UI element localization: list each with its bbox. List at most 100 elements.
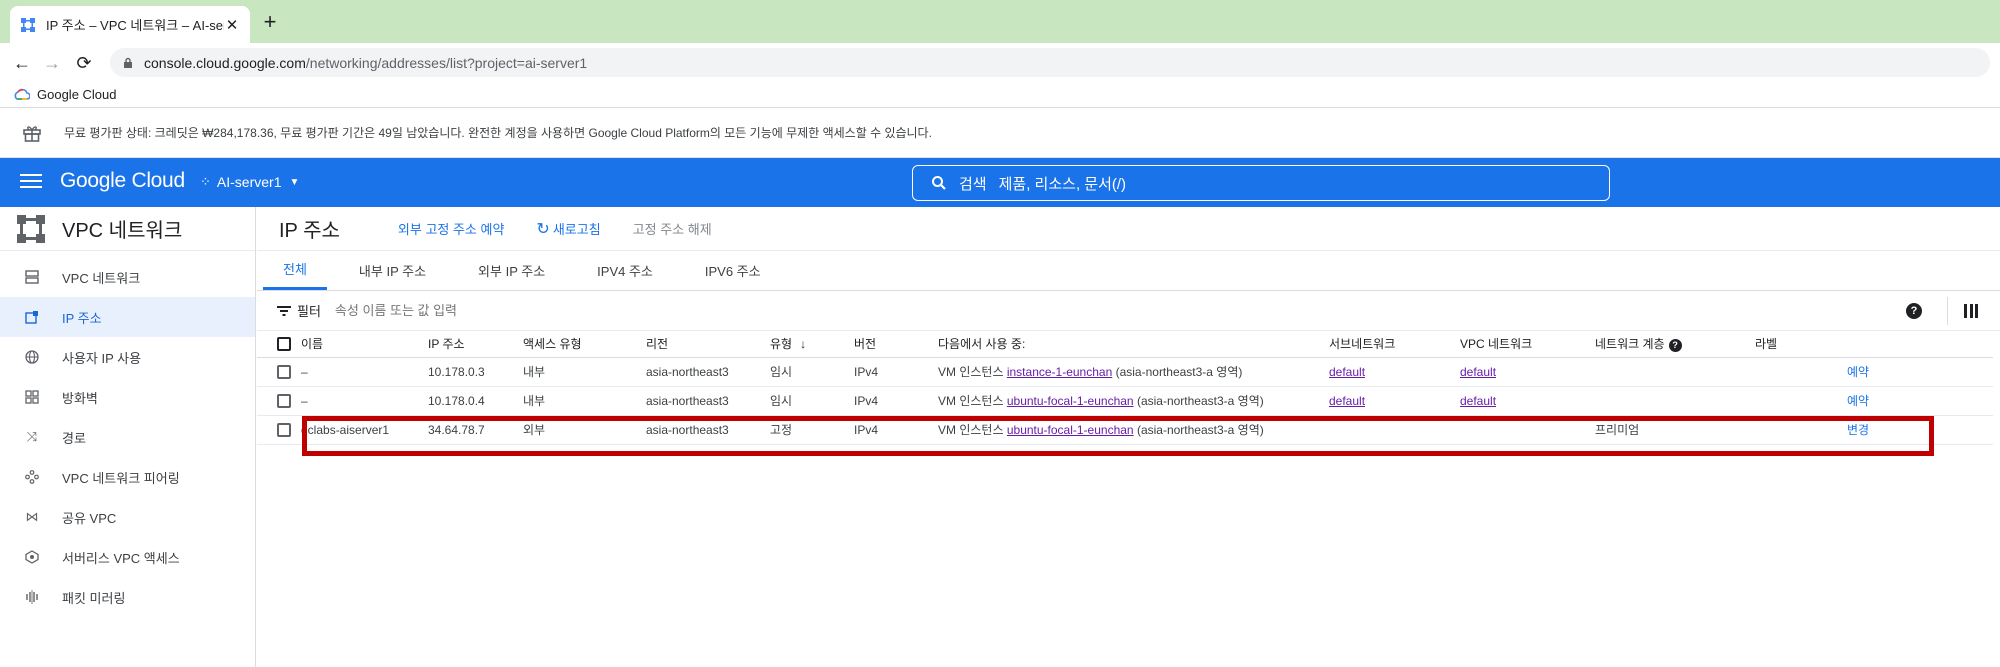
column-header-type[interactable]: 유형 ↓ bbox=[770, 331, 854, 358]
cell-access: 외부 bbox=[523, 415, 646, 445]
browser-tab[interactable]: IP 주소 – VPC 네트워크 – AI-server1 ✕ bbox=[10, 6, 250, 43]
sidebar-item-label: 경로 bbox=[62, 430, 86, 446]
trial-banner: 무료 평가판 상태: 크레딧은 ₩284,178.36, 무료 평가판 기간은 … bbox=[0, 108, 2000, 158]
instance-link[interactable]: instance-1-eunchan bbox=[1007, 365, 1112, 379]
sidebar-item-label: 공유 VPC bbox=[62, 510, 117, 526]
cell-tier: 프리미엄 bbox=[1595, 415, 1755, 445]
change-button[interactable]: 변경 bbox=[1847, 423, 1869, 437]
shared-vpc-icon: ⋈ bbox=[25, 509, 39, 524]
close-icon[interactable]: ✕ bbox=[224, 16, 240, 34]
address-tabs: 전체 내부 IP 주소 외부 IP 주소 IPV4 주소 IPV6 주소 bbox=[257, 251, 2000, 291]
serverless-icon bbox=[24, 549, 40, 565]
sidebar-item-custom-ip[interactable]: 사용자 IP 사용 bbox=[0, 337, 255, 377]
project-name: AI-server1 bbox=[216, 174, 282, 190]
tab-ipv4[interactable]: IPV4 주소 bbox=[577, 250, 673, 290]
used-by-prefix: VM 인스턴스 bbox=[938, 365, 1007, 379]
vpc-link[interactable]: default bbox=[1460, 365, 1496, 379]
tab-external-ip[interactable]: 외부 IP 주소 bbox=[458, 250, 565, 290]
column-header-access[interactable]: 액세스 유형 bbox=[523, 331, 646, 358]
column-header-network-tier-label: 네트워크 계층 bbox=[1595, 337, 1665, 352]
column-header-ip[interactable]: IP 주소 bbox=[428, 331, 523, 358]
ip-address-icon bbox=[24, 309, 40, 325]
search-input[interactable]: 검색 제품, 리소스, 문서(/) bbox=[912, 165, 1610, 201]
used-by-suffix: (asia-northeast3-a 영역) bbox=[1133, 423, 1264, 437]
page-toolbar: IP 주소 외부 고정 주소 예약 ↻ 새로고침 고정 주소 해제 bbox=[257, 207, 2000, 251]
project-selector[interactable]: ⁘ AI-server1 ▼ bbox=[200, 174, 299, 190]
used-by-prefix: VM 인스턴스 bbox=[938, 423, 1007, 437]
sidebar-item-routes[interactable]: ⤨ 경로 bbox=[0, 417, 255, 457]
sidebar-item-ip-address[interactable]: IP 주소 bbox=[0, 297, 255, 337]
subnet-link[interactable]: default bbox=[1329, 365, 1365, 379]
select-all-checkbox[interactable] bbox=[257, 331, 301, 358]
sidebar-item-peering[interactable]: VPC 네트워크 피어링 bbox=[0, 457, 255, 497]
packet-mirroring-icon bbox=[24, 589, 40, 605]
subnet-link[interactable]: default bbox=[1329, 394, 1365, 408]
column-header-name[interactable]: 이름 bbox=[301, 331, 428, 358]
tab-internal-ip[interactable]: 내부 IP 주소 bbox=[339, 250, 446, 290]
used-by-suffix: (asia-northeast3-a 영역) bbox=[1133, 394, 1264, 408]
row-checkbox[interactable] bbox=[257, 386, 301, 416]
cell-subnet: default bbox=[1329, 357, 1460, 387]
cell-vpc: default bbox=[1460, 357, 1595, 387]
sidebar-item-shared-vpc[interactable]: ⋈ 공유 VPC bbox=[0, 497, 255, 537]
column-display-icon[interactable] bbox=[1964, 304, 1978, 318]
cell-vpc: default bbox=[1460, 386, 1595, 416]
sidebar-item-packet-mirroring[interactable]: 패킷 미러링 bbox=[0, 577, 255, 617]
chevron-down-icon: ▼ bbox=[289, 176, 300, 188]
help-icon[interactable]: ? bbox=[1906, 303, 1922, 319]
column-header-version[interactable]: 버전 bbox=[854, 331, 938, 358]
search-placeholder: 제품, 리소스, 문서(/) bbox=[998, 175, 1127, 193]
cell-tier bbox=[1595, 386, 1755, 416]
search-icon bbox=[932, 176, 946, 190]
search-label: 검색 bbox=[959, 175, 987, 193]
sidebar-item-serverless[interactable]: 서버리스 VPC 액세스 bbox=[0, 537, 255, 577]
instance-link[interactable]: ubuntu-focal-1-eunchan bbox=[1007, 423, 1134, 437]
refresh-button[interactable]: ↻ 새로고침 bbox=[536, 219, 600, 239]
column-header-used-by[interactable]: 다음에서 사용 중: bbox=[938, 331, 1329, 358]
url-field[interactable]: console.cloud.google.com/networking/addr… bbox=[110, 48, 1990, 77]
sidebar-item-label: 방화벽 bbox=[62, 390, 98, 406]
reserve-button[interactable]: 예약 bbox=[1847, 394, 1869, 408]
sidebar-item-vpc-network[interactable]: VPC 네트워크 bbox=[0, 257, 255, 297]
column-header-labels[interactable]: 라벨 bbox=[1755, 331, 1847, 358]
row-checkbox[interactable] bbox=[257, 415, 301, 445]
sidebar: VPC 네트워크 VPC 네트워크 IP 주소 사용자 IP 사용 방화벽 ⤨ … bbox=[0, 207, 256, 667]
globe-icon bbox=[24, 349, 40, 365]
column-header-region[interactable]: 리전 bbox=[646, 331, 770, 358]
menu-icon[interactable] bbox=[20, 171, 42, 193]
firewall-icon bbox=[24, 389, 40, 405]
lock-icon bbox=[124, 57, 132, 68]
reserve-button[interactable]: 예약 bbox=[1847, 365, 1869, 379]
forward-arrow-icon[interactable]: → bbox=[40, 51, 64, 75]
reload-icon[interactable]: ⟳ bbox=[72, 51, 96, 75]
vpc-link[interactable]: default bbox=[1460, 394, 1496, 408]
cell-ip: 10.178.0.3 bbox=[428, 357, 523, 387]
cell-region: asia-northeast3 bbox=[646, 415, 770, 445]
new-tab-button[interactable]: + bbox=[258, 10, 282, 34]
cell-labels bbox=[1755, 415, 1847, 445]
filter-input[interactable] bbox=[334, 303, 835, 318]
bookmark-google-cloud[interactable]: Google Cloud bbox=[37, 87, 117, 102]
column-header-subnet[interactable]: 서브네트워크 bbox=[1329, 331, 1460, 358]
tab-all[interactable]: 전체 bbox=[263, 250, 327, 290]
cell-labels bbox=[1755, 386, 1847, 416]
cell-version: IPv4 bbox=[854, 357, 938, 387]
cell-subnet: default bbox=[1329, 386, 1460, 416]
back-arrow-icon[interactable]: ← bbox=[10, 51, 34, 75]
google-cloud-brand[interactable]: Google Cloud bbox=[60, 169, 185, 193]
column-header-vpc-network[interactable]: VPC 네트워크 bbox=[1460, 331, 1595, 358]
table-row: gclabs-aiserver1 34.64.78.7 외부 asia-nort… bbox=[257, 415, 1993, 445]
row-checkbox[interactable] bbox=[257, 357, 301, 387]
help-icon[interactable]: ? bbox=[1668, 338, 1682, 352]
instance-link[interactable]: ubuntu-focal-1-eunchan bbox=[1007, 394, 1134, 408]
sidebar-item-firewall[interactable]: 방화벽 bbox=[0, 377, 255, 417]
cell-region: asia-northeast3 bbox=[646, 386, 770, 416]
table-row: – 10.178.0.4 내부 asia-northeast3 임시 IPv4 … bbox=[257, 386, 1993, 416]
bookmarks-bar: Google Cloud bbox=[0, 82, 2000, 108]
sidebar-item-label: VPC 네트워크 bbox=[62, 270, 141, 286]
reserve-external-address-button[interactable]: 외부 고정 주소 예약 bbox=[398, 219, 505, 238]
column-header-network-tier[interactable]: 네트워크 계층? bbox=[1595, 331, 1755, 358]
tab-ipv6[interactable]: IPV6 주소 bbox=[685, 250, 781, 290]
cell-version: IPv4 bbox=[854, 386, 938, 416]
release-static-address-button[interactable]: 고정 주소 해제 bbox=[633, 219, 712, 238]
